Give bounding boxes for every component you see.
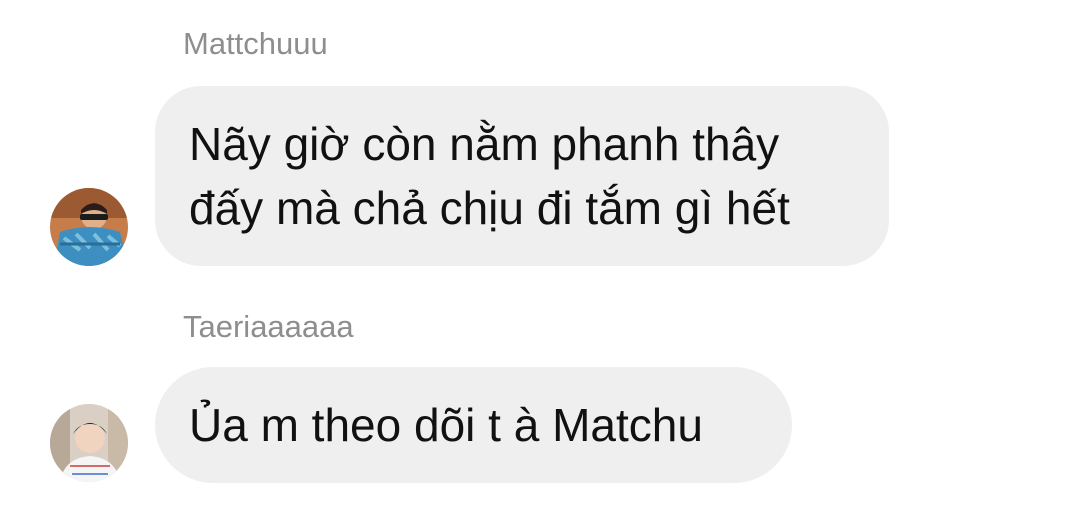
message-bubble[interactable]: Nãy giờ còn nằm phanh thây đấy mà chả ch… [155, 86, 889, 266]
sender-name-mattchuuu: Mattchuuu [183, 26, 328, 61]
avatar-image [50, 188, 128, 266]
message-bubble[interactable]: Ủa m theo dõi t à Matchu [155, 367, 792, 483]
message-text-line: Ủa m theo dõi t à Matchu [189, 399, 703, 451]
sender-name-taeriaaaaaa: Taeriaaaaaa [183, 309, 354, 344]
avatar-image [50, 404, 128, 482]
avatar-taeriaaaaaa[interactable] [50, 404, 128, 482]
avatar-mattchuuu[interactable] [50, 188, 128, 266]
message-text-line: đấy mà chả chịu đi tắm gì hết [189, 182, 790, 234]
message-text-line: Nãy giờ còn nằm phanh thây [189, 118, 780, 170]
